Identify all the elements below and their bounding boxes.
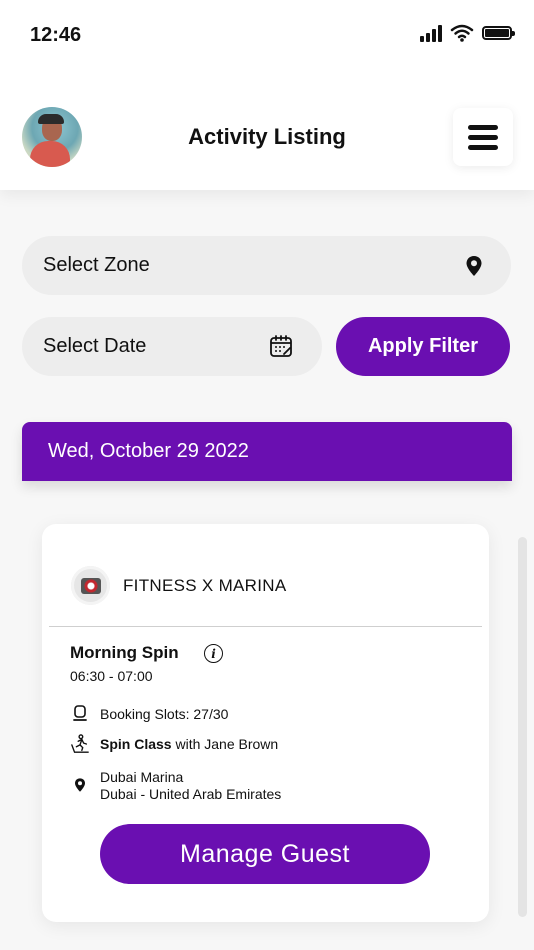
select-date-field[interactable]: Select Date: [22, 317, 322, 376]
activity-card[interactable]: FITNESS X MARINA Morning Spin i 06:30 - …: [42, 524, 489, 922]
apply-filter-button[interactable]: Apply Filter: [336, 317, 510, 376]
wifi-icon: [450, 24, 474, 42]
status-icons: [420, 24, 515, 42]
class-name: Spin Class: [100, 736, 172, 752]
divider: [49, 626, 482, 627]
select-zone-field[interactable]: Select Zone: [22, 236, 511, 295]
battery-icon: [482, 26, 515, 40]
location-row: Dubai Marina Dubai - United Arab Emirate…: [70, 769, 281, 803]
hamburger-menu-icon: [468, 124, 498, 130]
calendar-icon[interactable]: [269, 334, 293, 358]
booking-slots-row: Booking Slots: 27/30: [70, 705, 228, 723]
select-date-label: Select Date: [43, 335, 147, 357]
location-pin-icon[interactable]: [465, 255, 483, 277]
class-row: Spin Class with Jane Brown: [70, 733, 278, 755]
instructor: with Jane Brown: [175, 736, 279, 752]
date-banner: Wed, October 29 2022: [22, 422, 512, 481]
scrollbar[interactable]: [518, 537, 527, 917]
location-pin-icon: [75, 778, 85, 792]
manage-guest-button[interactable]: Manage Guest: [100, 824, 430, 884]
location-line2: Dubai - United Arab Emirates: [100, 786, 282, 802]
signal-icon: [420, 24, 442, 42]
treadmill-runner-icon: [71, 734, 89, 753]
seat-icon: [73, 705, 87, 721]
status-time: 12:46: [30, 24, 82, 46]
select-zone-label: Select Zone: [43, 254, 150, 276]
activity-title: Morning Spin: [70, 643, 179, 662]
activity-time: 06:30 - 07:00: [70, 668, 153, 684]
booking-slots: Booking Slots: 27/30: [100, 706, 229, 722]
hamburger-menu-button[interactable]: [453, 108, 513, 166]
location-line1: Dubai Marina: [100, 769, 184, 785]
app-header: 12:46 Activity Listing: [0, 0, 534, 190]
gym-logo: [71, 566, 110, 605]
info-icon[interactable]: i: [204, 644, 223, 663]
gym-name: FITNESS X MARINA: [123, 576, 287, 595]
